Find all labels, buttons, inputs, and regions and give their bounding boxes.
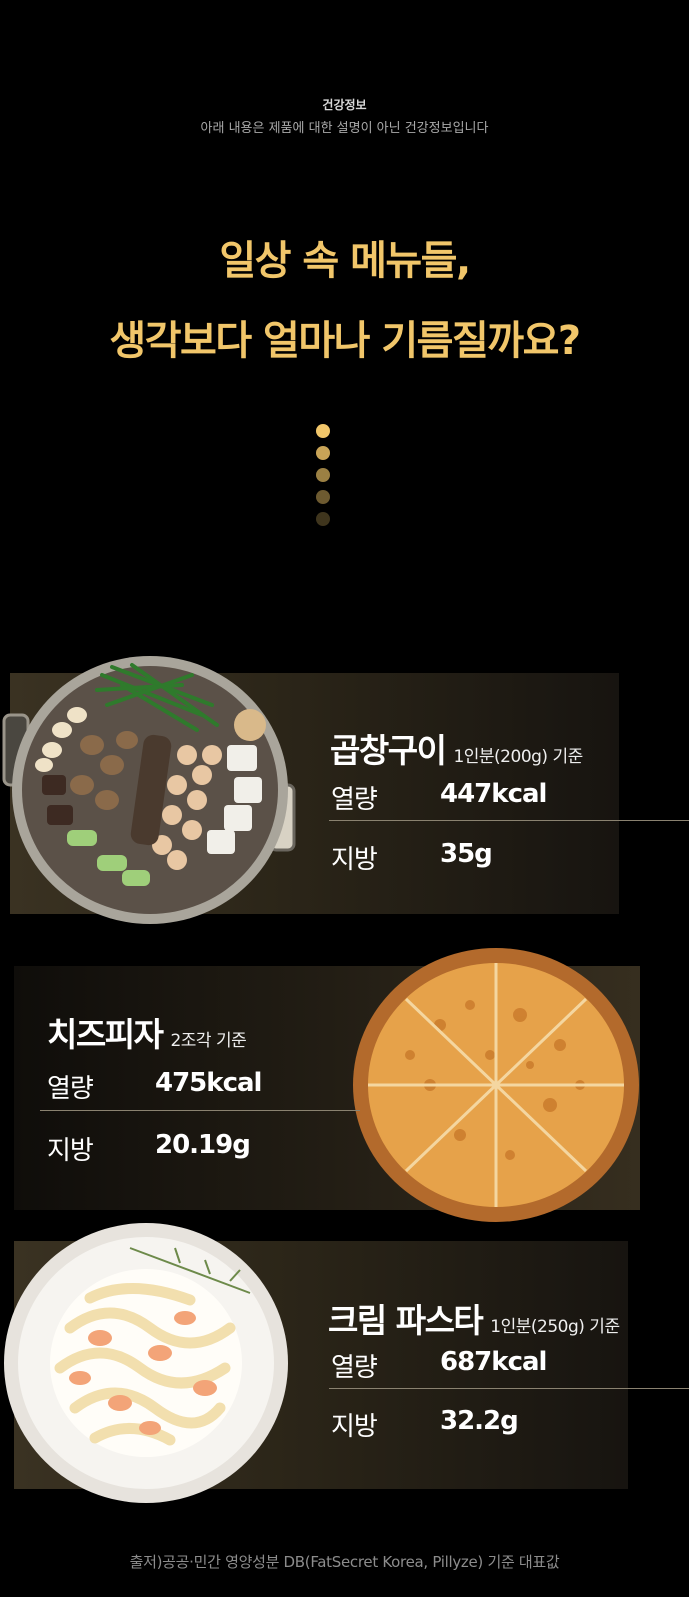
calorie-value: 447kcal xyxy=(440,779,547,809)
food-name: 치즈피자 xyxy=(47,1015,164,1054)
food-basis: 1인분(250g) 기준 xyxy=(490,1317,620,1337)
section-title: 건강정보 xyxy=(322,98,367,112)
dot-3 xyxy=(316,468,330,482)
cheese-pizza-image xyxy=(350,945,650,1225)
source-note: 출저)공공·민간 영양성분 DB(FatSecret Korea, Pillyz… xyxy=(129,1553,560,1571)
fat-value: 35g xyxy=(440,839,493,869)
gopchang-grill-image xyxy=(2,645,298,935)
food-title-1: 곱창구이 1인분(200g) 기준 xyxy=(330,724,583,772)
headline-line-1: 일상 속 메뉴들, xyxy=(219,238,471,284)
dot-5 xyxy=(316,512,330,526)
section-subtitle: 아래 내용은 제품에 대한 설명이 아닌 건강정보입니다 xyxy=(200,121,489,136)
fat-value: 32.2g xyxy=(440,1406,519,1436)
calorie-value: 475kcal xyxy=(155,1068,262,1098)
food-name: 크림 파스타 xyxy=(328,1301,484,1340)
calorie-label: 열량 xyxy=(331,1353,378,1383)
fat-label: 지방 xyxy=(331,1412,378,1442)
food-basis: 2조각 기준 xyxy=(170,1031,247,1051)
dot-2 xyxy=(316,446,330,460)
calorie-value: 687kcal xyxy=(440,1347,547,1377)
food-title-3: 크림 파스타 1인분(250g) 기준 xyxy=(328,1294,620,1342)
fat-label: 지방 xyxy=(47,1136,94,1166)
divider xyxy=(40,1110,360,1111)
divider xyxy=(329,1388,689,1389)
headline-line-2: 생각보다 얼마나 기름질까요? xyxy=(109,318,581,364)
dot-4 xyxy=(316,490,330,504)
divider xyxy=(329,820,689,821)
food-name: 곱창구이 xyxy=(330,731,447,770)
calorie-label: 열량 xyxy=(47,1074,94,1104)
dot-1 xyxy=(316,424,330,438)
cream-pasta-image xyxy=(0,1218,296,1508)
fat-value: 20.19g xyxy=(155,1130,251,1160)
food-basis: 1인분(200g) 기준 xyxy=(453,747,583,767)
calorie-label: 열량 xyxy=(331,785,378,815)
fat-label: 지방 xyxy=(331,845,378,875)
food-title-2: 치즈피자 2조각 기준 xyxy=(47,1008,247,1056)
